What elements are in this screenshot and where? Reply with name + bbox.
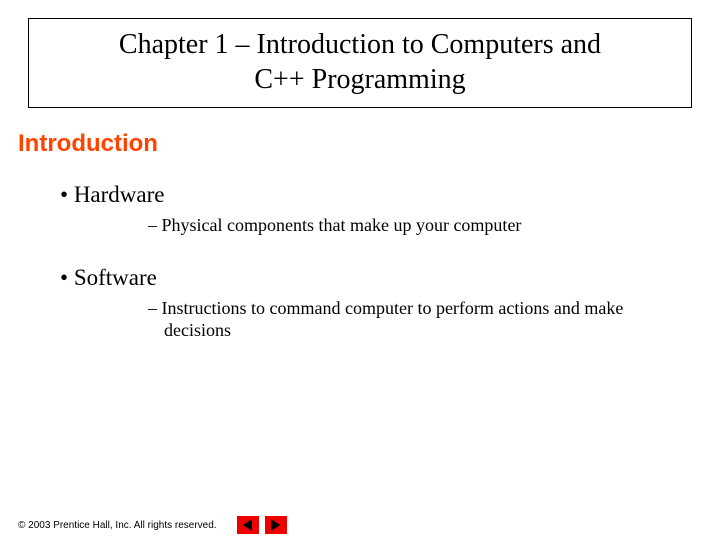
- sub-hardware: Physical components that make up your co…: [148, 214, 670, 237]
- prev-slide-button[interactable]: [237, 516, 259, 534]
- nav-arrows: [237, 516, 287, 534]
- bullet-hardware: Hardware: [60, 182, 720, 208]
- section-heading: Introduction: [18, 130, 720, 158]
- next-slide-button[interactable]: [265, 516, 287, 534]
- content-area: Hardware Physical components that make u…: [60, 182, 720, 342]
- copyright-text: © 2003 Prentice Hall, Inc. All rights re…: [18, 520, 217, 531]
- arrow-left-icon: [243, 519, 252, 531]
- bullet-software: Software: [60, 265, 720, 291]
- arrow-right-icon: [271, 519, 280, 531]
- footer: © 2003 Prentice Hall, Inc. All rights re…: [18, 516, 287, 534]
- slide-title-box: Chapter 1 – Introduction to Computers an…: [28, 18, 692, 108]
- sub-software: Instructions to command computer to perf…: [148, 297, 670, 342]
- slide-title-line2: C++ Programming: [39, 62, 681, 97]
- slide-title-line1: Chapter 1 – Introduction to Computers an…: [39, 27, 681, 62]
